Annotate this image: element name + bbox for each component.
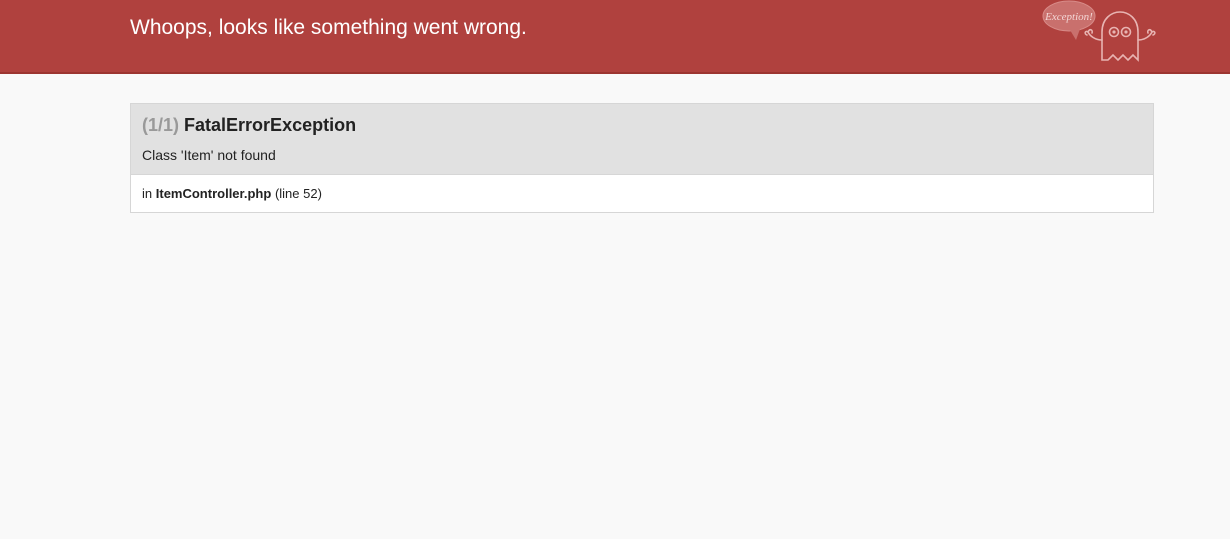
- page-title: Whoops, looks like something went wrong.: [130, 16, 527, 39]
- location-prefix: in: [142, 186, 153, 201]
- exception-header: (1/1) FatalErrorException Class 'Item' n…: [131, 104, 1153, 175]
- logo-text: Exception!: [1044, 11, 1093, 23]
- exception-title: (1/1) FatalErrorException: [142, 114, 1142, 136]
- exception-count: (1/1): [142, 115, 180, 135]
- location-line: (line 52): [274, 186, 322, 201]
- exception-class: FatalErrorException: [184, 115, 357, 135]
- exception-location: in ItemController.php (line 52): [131, 175, 1153, 212]
- location-file: ItemController.php: [155, 186, 272, 201]
- error-header: Whoops, looks like something went wrong.…: [0, 0, 1230, 74]
- exception-panel: (1/1) FatalErrorException Class 'Item' n…: [130, 103, 1154, 213]
- ghost-icon: Exception!: [1042, 0, 1156, 62]
- exception-message: Class 'Item' not found: [142, 147, 276, 163]
